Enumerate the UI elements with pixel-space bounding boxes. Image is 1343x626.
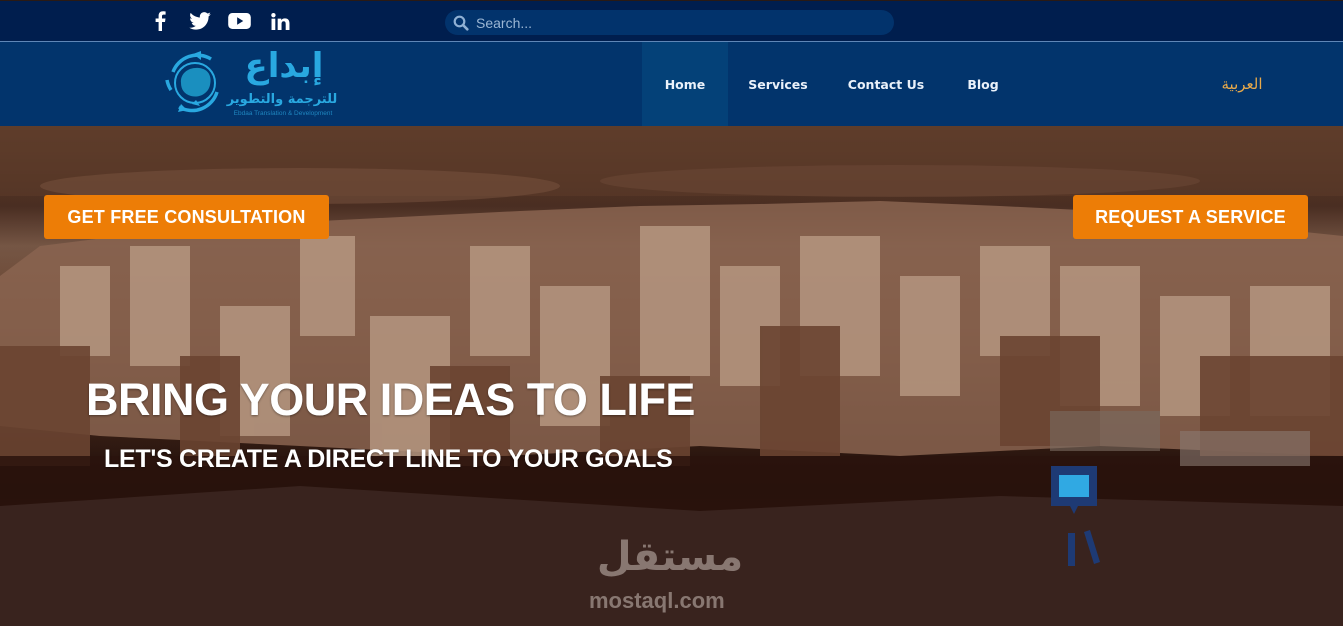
twitter-icon — [189, 12, 211, 30]
floating-chat-widget-icon[interactable] — [1050, 466, 1110, 571]
hero-subheadline: LET'S CREATE A DIRECT LINE TO YOUR GOALS — [104, 445, 673, 473]
linkedin-icon — [270, 12, 289, 30]
request-a-service-button[interactable]: REQUEST A SERVICE — [1073, 195, 1308, 239]
logo[interactable]: إبداع للترجمة والتطوير Ebdaa Translation… — [163, 46, 343, 120]
hero-section: GET FREE CONSULTATION REQUEST A SERVICE … — [0, 126, 1343, 626]
top-bar — [0, 0, 1343, 41]
main-navbar: إبداع للترجمة والتطوير Ebdaa Translation… — [0, 42, 1343, 126]
get-free-consultation-button[interactable]: GET FREE CONSULTATION — [44, 195, 329, 239]
language-switch[interactable]: العربية — [1212, 42, 1272, 126]
facebook-link[interactable] — [148, 10, 172, 32]
linkedin-link[interactable] — [268, 10, 292, 32]
globe-refresh-icon — [165, 51, 219, 113]
mostaql-watermark: مستقل mostaql.com — [585, 534, 765, 624]
youtube-link[interactable] — [227, 10, 251, 32]
search-icon — [453, 15, 469, 31]
nav-contact-us[interactable]: Contact Us — [842, 42, 930, 126]
nav-services[interactable]: Services — [740, 42, 816, 126]
logo-arabic-subtitle: للترجمة والتطوير — [226, 92, 338, 107]
youtube-icon — [227, 13, 251, 29]
search-bar[interactable] — [445, 10, 894, 35]
nav-home[interactable]: Home — [642, 42, 728, 126]
logo-arabic-title: إبداع — [244, 46, 324, 86]
twitter-link[interactable] — [188, 10, 212, 32]
nav-blog[interactable]: Blog — [960, 42, 1006, 126]
logo-english-subtitle: Ebdaa Translation & Development — [233, 110, 333, 117]
search-input[interactable] — [476, 14, 876, 31]
facebook-icon — [155, 11, 166, 31]
hero-headline: BRING YOUR IDEAS TO LIFE — [86, 374, 695, 425]
watermark-arabic: مستقل — [596, 534, 744, 580]
watermark-text: mostaql.com — [589, 588, 725, 613]
